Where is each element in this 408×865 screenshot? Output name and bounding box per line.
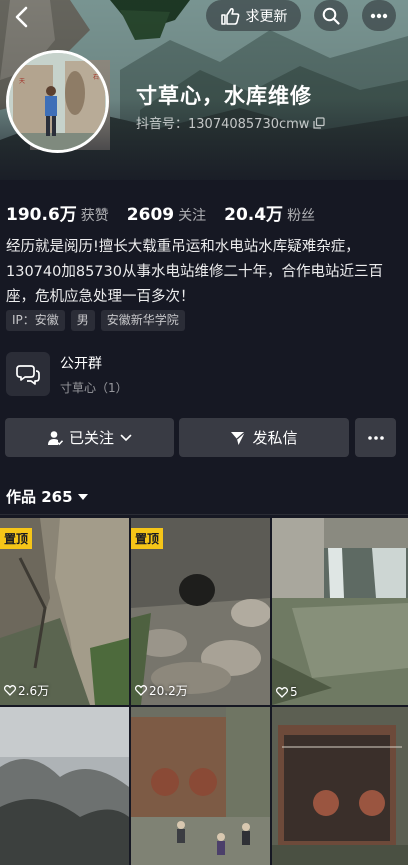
- search-icon: [322, 7, 340, 25]
- svg-text:石: 石: [93, 74, 99, 81]
- more-actions-button[interactable]: [355, 418, 396, 457]
- profile-nickname: 寸草心，水库维修: [136, 84, 312, 108]
- bio-line-3: 座，危机应急处理一百多次！: [6, 289, 195, 305]
- works-tab-label: 作品 265: [6, 488, 73, 506]
- chevron-down-icon: [120, 434, 132, 441]
- stat-followers-value: 20.4万: [224, 205, 284, 225]
- divider: [0, 514, 408, 515]
- following-label: 已关注: [68, 429, 114, 447]
- group-title: 公开群: [60, 355, 102, 372]
- heart-icon: [4, 685, 16, 696]
- more-options-button[interactable]: [362, 0, 396, 31]
- stat-following-value: 2609: [126, 205, 175, 225]
- stat-followers-label: 粉丝: [287, 208, 316, 224]
- video-thumbnail[interactable]: 5: [272, 518, 408, 705]
- video-thumbnail[interactable]: [272, 707, 408, 865]
- group-chat-icon-box: [6, 352, 50, 396]
- caret-down-icon: [77, 493, 88, 500]
- avatar[interactable]: 天 石: [6, 50, 109, 153]
- video-cover: [272, 518, 408, 705]
- send-message-label: 发私信: [252, 429, 298, 447]
- pinned-badge: 置顶: [0, 528, 33, 549]
- avatar-inscription: 天: [19, 78, 25, 85]
- video-likes: 5: [276, 685, 298, 699]
- video-thumbnail[interactable]: 置顶 20.2万: [131, 518, 270, 705]
- group-subtitle: 寸草心（1）: [60, 380, 128, 395]
- profile-bio: 经历就是阅历!擅长大载重吊运和水电站水库疑难杂症， 130740加85730从事…: [6, 235, 404, 310]
- profile-tags: IP：安徽 男 安徽新华学院: [6, 310, 185, 331]
- video-thumbnail[interactable]: 置顶 2.6万: [0, 518, 129, 705]
- group-chat-icon: [16, 365, 40, 385]
- stat-likes-label: 获赞: [80, 208, 109, 224]
- stat-likes-value: 190.6万: [6, 205, 77, 225]
- send-icon: [231, 431, 246, 445]
- ellipsis-icon: [367, 435, 384, 440]
- works-tab[interactable]: 作品 265: [6, 486, 89, 507]
- ellipsis-icon: [370, 13, 388, 18]
- video-likes: 2.6万: [4, 682, 49, 699]
- tag-ip-location: IP：安徽: [6, 310, 65, 331]
- stat-likes[interactable]: 190.6万 获赞: [6, 200, 109, 225]
- video-thumbnail[interactable]: [131, 707, 270, 865]
- video-likes-count: 2.6万: [18, 684, 50, 698]
- tag-gender: 男: [70, 310, 95, 331]
- pinned-badge: 置顶: [131, 528, 164, 549]
- video-likes: 20.2万: [135, 682, 188, 699]
- video-cover: [272, 707, 408, 865]
- send-message-button[interactable]: 发私信: [179, 418, 349, 457]
- following-button[interactable]: 已关注: [5, 418, 174, 457]
- back-button[interactable]: [8, 4, 34, 30]
- avatar-photo: 天 石: [9, 53, 106, 150]
- copy-icon[interactable]: [313, 116, 326, 129]
- hand-pointer-icon: [220, 7, 239, 25]
- bio-line-1: 经历就是阅历!擅长大载重吊运和水电站水库疑难杂症，: [6, 239, 360, 255]
- public-group-entry[interactable]: 公开群 寸草心（1）: [6, 352, 128, 396]
- heart-icon: [276, 686, 288, 698]
- request-update-button[interactable]: 求更新: [206, 0, 301, 31]
- stat-following-label: 关注: [178, 208, 207, 224]
- video-cover: [131, 707, 270, 865]
- douyin-id-text: 抖音号：13074085730cmw: [136, 117, 310, 132]
- chevron-left-icon: [15, 6, 28, 28]
- heart-icon: [135, 685, 147, 696]
- stat-following[interactable]: 2609 关注: [127, 205, 206, 225]
- stat-followers[interactable]: 20.4万 粉丝: [224, 200, 315, 225]
- video-likes-count: 5: [290, 685, 298, 699]
- request-update-label: 求更新: [245, 8, 288, 25]
- video-grid: 置顶 2.6万 置顶 20.2万 5: [0, 518, 408, 865]
- bio-line-2: 130740加85730从事水电站维修二十年，合作电站近三百: [6, 264, 383, 280]
- search-button[interactable]: [314, 0, 348, 31]
- video-cover: [0, 707, 129, 865]
- video-thumbnail[interactable]: [0, 707, 129, 865]
- tag-school[interactable]: 安徽新华学院: [100, 310, 185, 331]
- user-check-icon: [47, 430, 63, 445]
- profile-stats: 190.6万 获赞 2609 关注 20.4万 粉丝: [6, 200, 333, 225]
- douyin-id[interactable]: 抖音号：13074085730cmw: [136, 113, 326, 132]
- top-bar: 求更新: [0, 0, 408, 34]
- video-likes-count: 20.2万: [149, 684, 188, 698]
